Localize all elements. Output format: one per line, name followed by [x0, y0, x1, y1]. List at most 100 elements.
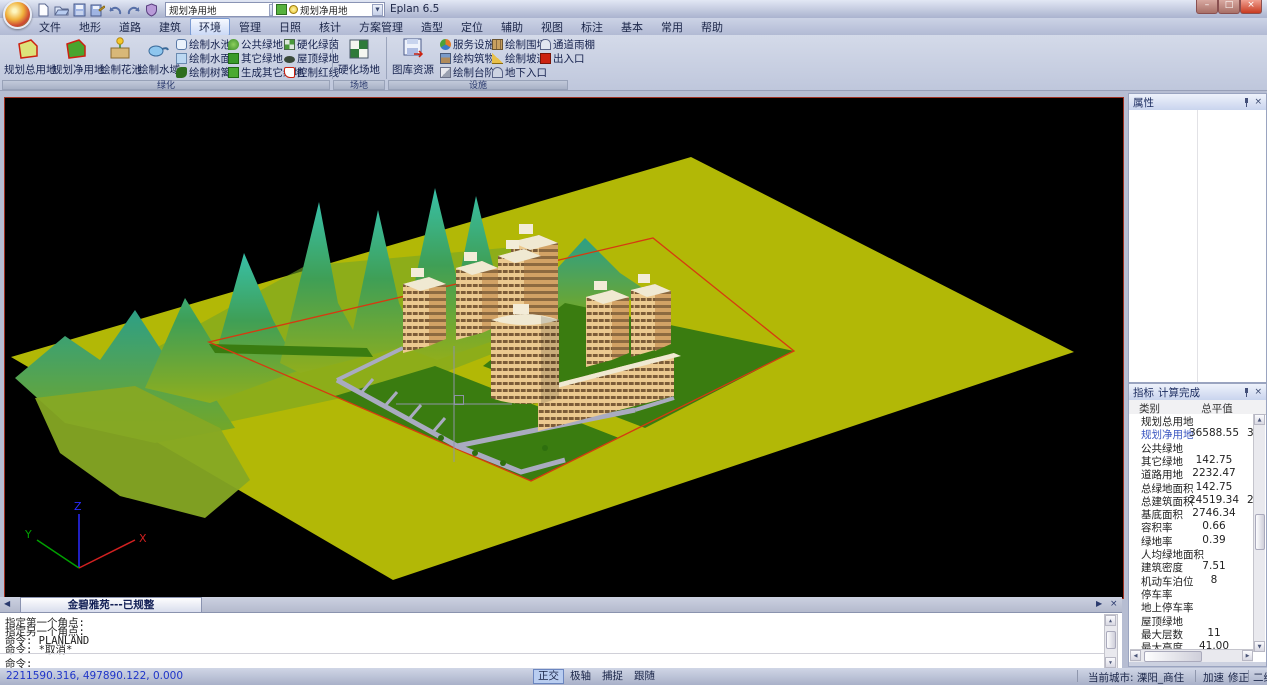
plan-net-land-button[interactable]: 规划净用地	[52, 36, 100, 78]
draw-steps-button[interactable]: 绘制台阶	[440, 66, 495, 79]
service-facility-button[interactable]: 服务设施	[440, 38, 495, 51]
menu-item-basic[interactable]: 基本	[612, 18, 652, 36]
gateway-button[interactable]: 出入口	[540, 52, 585, 65]
panel-close-icon[interactable]: ×	[1254, 98, 1262, 107]
indicator-vertical-scrollbar[interactable]: ▲ ▼	[1253, 414, 1265, 652]
tab-scroll-right-icon[interactable]: ▶	[1096, 599, 1102, 608]
table-row[interactable]: 机动车泊位8	[1129, 574, 1254, 587]
canopy-button[interactable]: 通道雨棚	[540, 38, 595, 51]
properties-grid[interactable]	[1129, 110, 1266, 382]
menu-item-common[interactable]: 常用	[652, 18, 692, 36]
roof-green-button[interactable]: 屋顶绿地	[284, 52, 339, 65]
menu-item-assist[interactable]: 辅助	[492, 18, 532, 36]
table-row[interactable]: 规划净用地36588.553	[1129, 427, 1254, 440]
save-icon[interactable]	[72, 2, 87, 16]
model-viewport[interactable]: Z Y X	[4, 97, 1124, 599]
mode-2d-button[interactable]: 二维	[1253, 670, 1267, 685]
draw-hedge-button[interactable]: 绘制树篱	[176, 66, 231, 79]
table-row[interactable]: 道路用地2232.47	[1129, 467, 1254, 480]
table-row[interactable]: 屋顶绿地	[1129, 614, 1254, 627]
menu-item-sunlight[interactable]: 日照	[270, 18, 310, 36]
other-green-button[interactable]: 其它绿地	[228, 52, 283, 65]
accelerate-button[interactable]: 加速	[1203, 670, 1224, 685]
table-row[interactable]: 总绿地面积142.75	[1129, 481, 1254, 494]
table-row[interactable]: 公共绿地	[1129, 441, 1254, 454]
scroll-right-icon[interactable]: ▶	[1242, 650, 1253, 661]
draw-pool-button[interactable]: 绘制水池	[176, 38, 231, 51]
pin-icon[interactable]	[1243, 98, 1250, 107]
ortho-toggle[interactable]: 正交	[533, 669, 564, 684]
close-button[interactable]: ×	[1240, 0, 1262, 14]
table-row[interactable]: 其它绿地142.75	[1129, 454, 1254, 467]
open-file-icon[interactable]	[54, 2, 69, 16]
menu-item-scheme[interactable]: 方案管理	[350, 18, 412, 36]
save-as-icon[interactable]	[90, 2, 105, 16]
scroll-down-icon[interactable]: ▼	[1105, 657, 1116, 668]
command-scrollbar[interactable]: ▲ ▼	[1104, 614, 1118, 669]
minimize-button[interactable]: –	[1196, 0, 1218, 14]
plan-total-land-button[interactable]: 规划总用地	[4, 36, 52, 78]
scroll-thumb[interactable]	[1144, 651, 1202, 662]
draw-fence-button[interactable]: 绘制围墙	[492, 38, 547, 51]
app-logo-icon[interactable]	[3, 0, 32, 29]
draw-structure-button[interactable]: 绘构筑物	[440, 52, 495, 65]
landtype-combo[interactable]: 规划净用地 ▼	[272, 2, 385, 17]
current-city-label[interactable]: 当前城市: 溧阳_商住	[1088, 670, 1184, 685]
menu-item-locate[interactable]: 定位	[452, 18, 492, 36]
table-row[interactable]: 停车率	[1129, 587, 1254, 600]
license-icon[interactable]	[144, 2, 159, 16]
table-row[interactable]: 绿地率0.39	[1129, 534, 1254, 547]
combo-arrow-icon[interactable]: ▼	[372, 4, 383, 16]
hardened-site-button[interactable]: 硬化场地	[336, 36, 382, 78]
scroll-thumb[interactable]	[1106, 631, 1116, 649]
menu-item-modeling[interactable]: 造型	[412, 18, 452, 36]
public-green-button[interactable]: 公共绿地	[228, 38, 283, 51]
pin-icon[interactable]	[1243, 388, 1250, 397]
menu-item-environment[interactable]: 环境	[190, 18, 230, 36]
table-row[interactable]: 规划总用地	[1129, 414, 1254, 427]
restore-button[interactable]: □	[1218, 0, 1240, 14]
table-row[interactable]: 基底面积2746.34	[1129, 507, 1254, 520]
menu-item-file[interactable]: 文件	[30, 18, 70, 36]
menu-item-building[interactable]: 建筑	[150, 18, 190, 36]
menu-item-road[interactable]: 道路	[110, 18, 150, 36]
table-row[interactable]: 地上停车率	[1129, 600, 1254, 613]
scroll-down-icon[interactable]: ▼	[1254, 641, 1265, 652]
table-row[interactable]: 人均绿地面积	[1129, 547, 1254, 560]
indicator-table[interactable]: 规划总用地 规划净用地36588.553 公共绿地 其它绿地142.75 道路用…	[1129, 414, 1254, 652]
panel-close-icon[interactable]: ×	[1254, 388, 1262, 397]
hardened-lawn-button[interactable]: 硬化绿茵	[284, 38, 339, 51]
menu-item-manage[interactable]: 管理	[230, 18, 270, 36]
track-toggle[interactable]: 跟随	[629, 669, 660, 684]
draw-ramp-button[interactable]: 绘制坡道	[492, 52, 547, 65]
table-row[interactable]: 容积率0.66	[1129, 520, 1254, 533]
scroll-left-icon[interactable]: ◀	[1130, 650, 1141, 661]
draw-watersurface-button[interactable]: 绘制水面	[176, 52, 231, 65]
menu-item-check[interactable]: 核计	[310, 18, 350, 36]
table-row[interactable]: 建筑密度7.51	[1129, 560, 1254, 573]
control-redline-button[interactable]: 控制红线	[284, 66, 339, 79]
table-row[interactable]: 最大层数11	[1129, 627, 1254, 640]
scroll-up-icon[interactable]: ▲	[1105, 615, 1116, 626]
new-file-icon[interactable]	[36, 2, 51, 16]
redo-icon[interactable]	[126, 2, 141, 16]
correct-button[interactable]: 修正	[1228, 670, 1249, 685]
snap-toggle[interactable]: 捕捉	[597, 669, 628, 684]
tab-scroll-left-icon[interactable]: ◀	[4, 599, 10, 608]
menu-item-terrain[interactable]: 地形	[70, 18, 110, 36]
menu-item-view[interactable]: 视图	[532, 18, 572, 36]
tab-close-icon[interactable]: ×	[1110, 599, 1118, 609]
draw-waters-button[interactable]: 绘制水域	[138, 36, 178, 78]
drawing-tab[interactable]: 金碧雅苑---已规整	[20, 597, 202, 613]
scroll-up-icon[interactable]: ▲	[1254, 414, 1265, 425]
underground-entry-button[interactable]: 地下入口	[492, 66, 547, 79]
command-window[interactable]: 指定第一个角点: 指定另一个角点: 命令: PLANLAND 命令: *取消* …	[0, 612, 1122, 669]
library-resource-button[interactable]: 图库资源	[390, 36, 436, 78]
polar-toggle[interactable]: 极轴	[565, 669, 596, 684]
scroll-thumb[interactable]	[1255, 514, 1265, 550]
menu-item-annotate[interactable]: 标注	[572, 18, 612, 36]
table-row[interactable]: 总建筑面积24519.342	[1129, 494, 1254, 507]
draw-flowerbed-button[interactable]: 绘制花池	[100, 36, 140, 78]
undo-icon[interactable]	[108, 2, 123, 16]
indicator-horizontal-scrollbar[interactable]: ◀ ▶	[1130, 649, 1253, 662]
